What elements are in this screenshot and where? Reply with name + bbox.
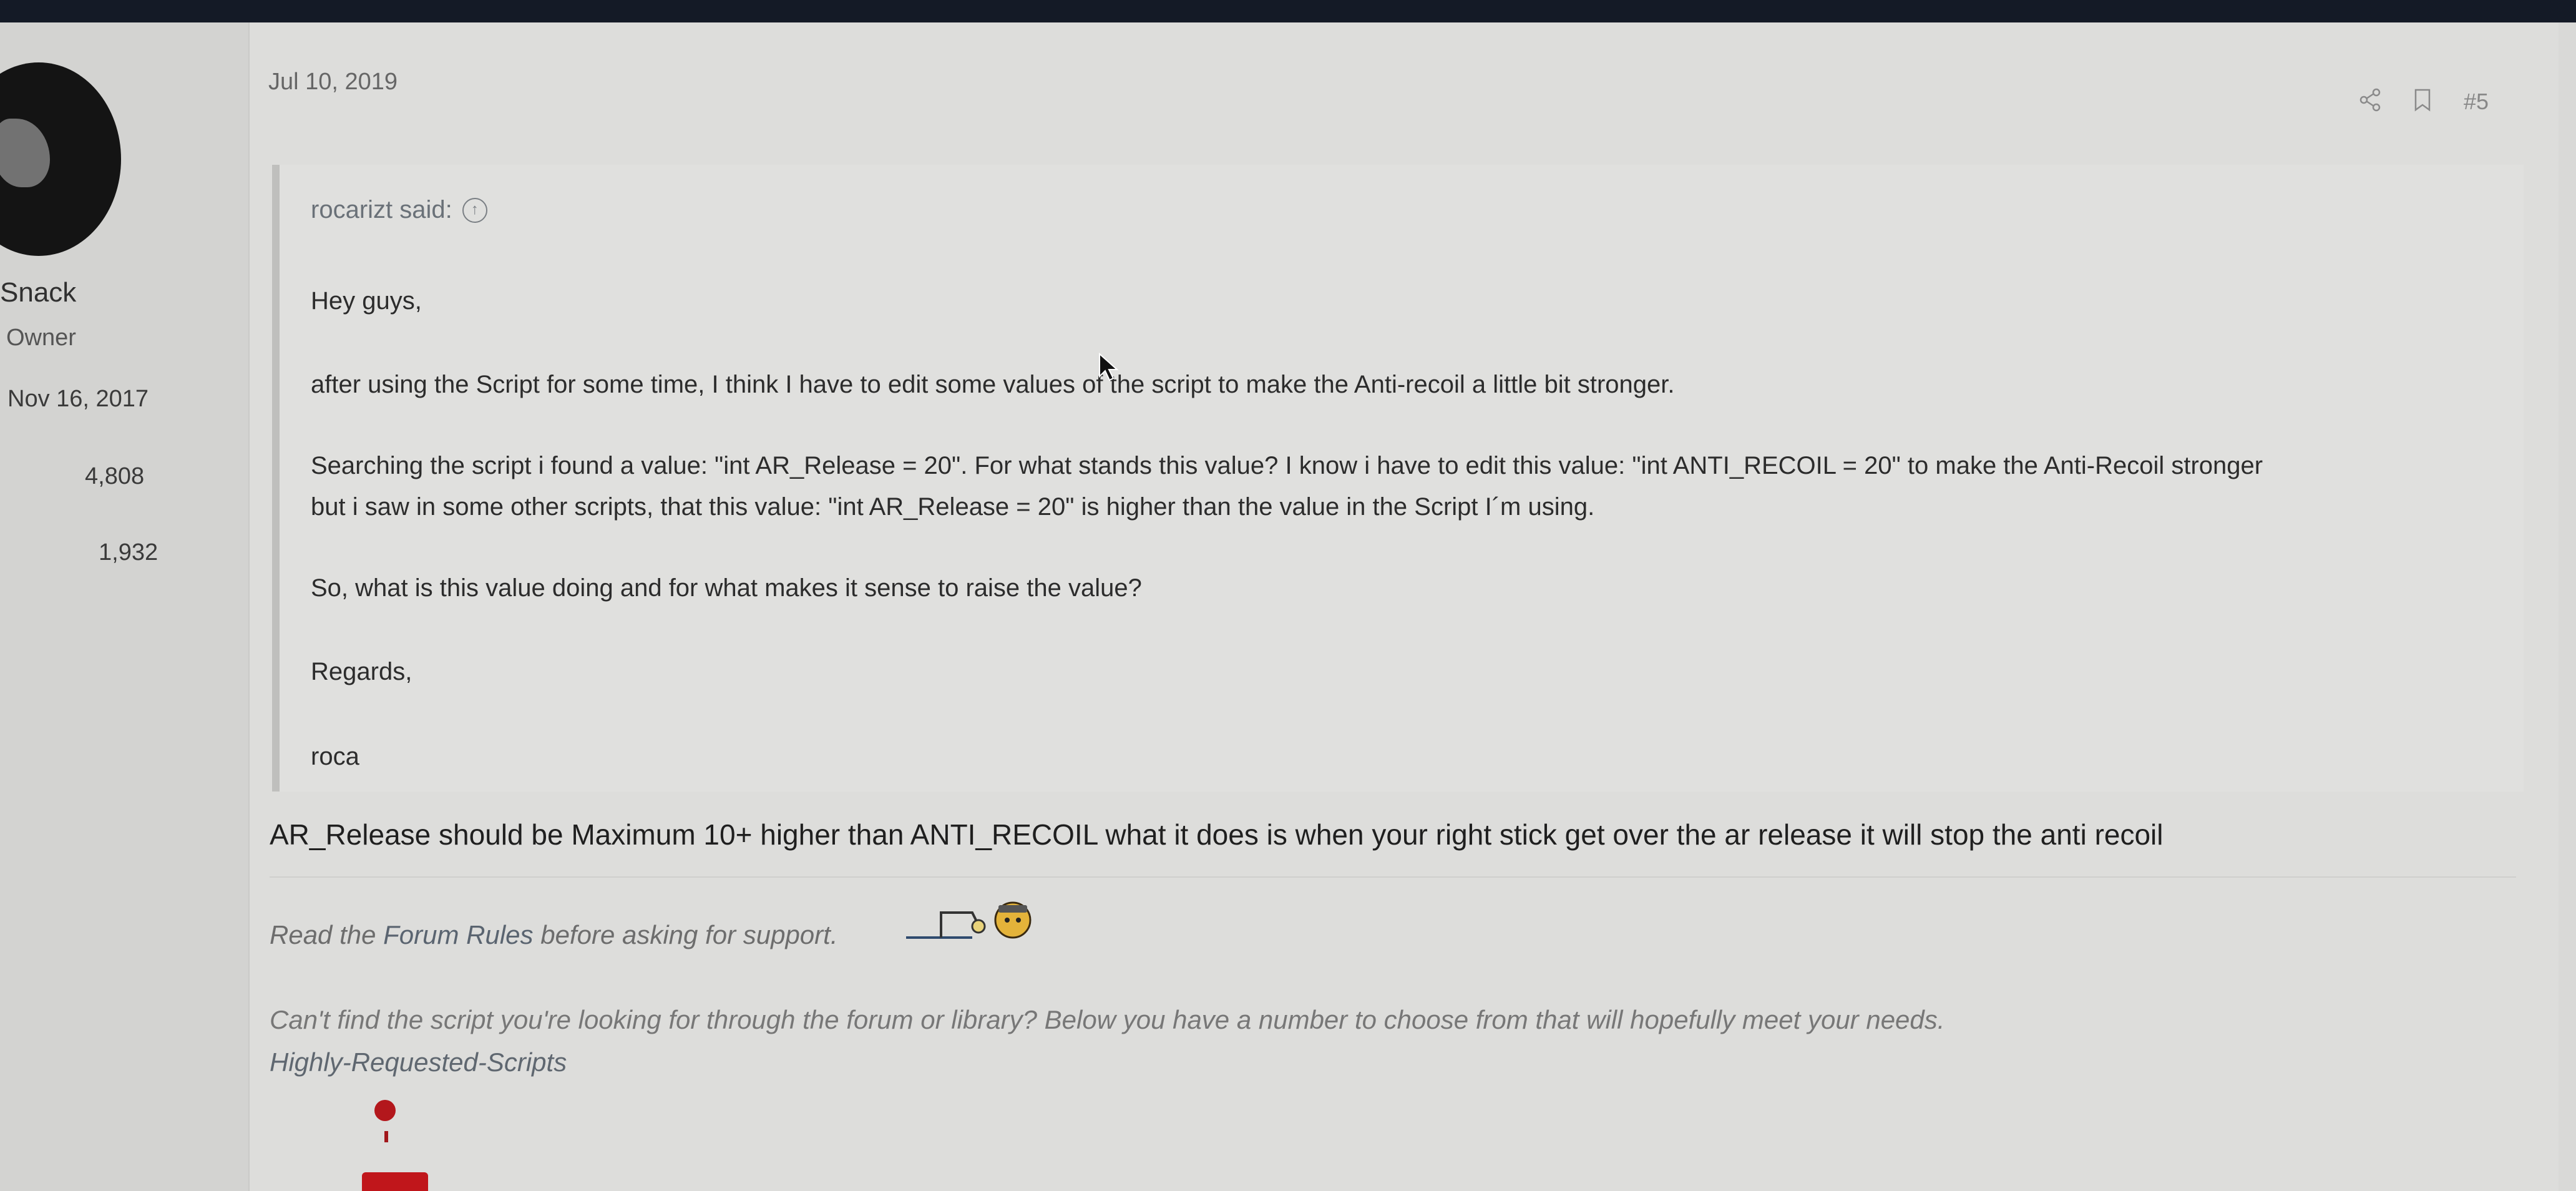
arrow-up-circle-icon[interactable]: ↑ (462, 197, 487, 223)
post-date[interactable]: Jul 10, 2019 (268, 69, 398, 96)
post-number-link[interactable]: #5 (2464, 89, 2489, 115)
quote-block: rocarizt said: ↑ Hey guys, after using t… (272, 165, 2524, 792)
username[interactable]: Snack (0, 277, 76, 308)
quote-line: but i saw in some other scripts, that th… (311, 493, 1595, 521)
quote-line: So, what is this value doing and for wha… (311, 574, 1142, 602)
quote-line: Searching the script i found a value: "i… (311, 452, 2263, 479)
message-count: 4,808 (85, 463, 145, 489)
quote-line: Hey guys, (311, 287, 422, 315)
avatar-image (0, 119, 50, 187)
signature-emoji-image (904, 894, 1041, 944)
red-mark-decoration (384, 1131, 388, 1142)
forum-rules-link[interactable]: Forum Rules (383, 920, 533, 949)
top-navigation-bar (0, 0, 2576, 22)
signature-text: before asking for support. (533, 920, 838, 949)
joined-date: Nov 16, 2017 (7, 386, 149, 412)
post-reply-text: AR_Release should be Maximum 10+ higher … (270, 818, 2164, 851)
highly-requested-scripts-link[interactable]: Highly-Requested-Scripts (270, 1047, 567, 1077)
quote-line: Regards, (311, 658, 412, 685)
user-title: Owner (6, 325, 76, 351)
quote-line: after using the Script for some time, I … (311, 371, 1675, 398)
quote-line: roca (311, 743, 359, 770)
red-dot-decoration (374, 1100, 396, 1121)
reaction-score: 1,932 (99, 539, 159, 566)
signature-divider (270, 876, 2516, 878)
mouse-cursor-icon (1098, 352, 1120, 381)
share-icon[interactable] (2358, 87, 2383, 112)
signature-text: Read the (270, 920, 384, 949)
quote-author[interactable]: rocarizt said: (311, 196, 452, 224)
quote-header[interactable]: rocarizt said: ↑ (311, 196, 487, 224)
signature-rules-line: Read the Forum Rules before asking for s… (270, 920, 838, 950)
red-banner-decoration (362, 1172, 428, 1191)
signature-info-line: Can't find the script you're looking for… (270, 1005, 1945, 1034)
bookmark-icon[interactable] (2410, 87, 2435, 112)
